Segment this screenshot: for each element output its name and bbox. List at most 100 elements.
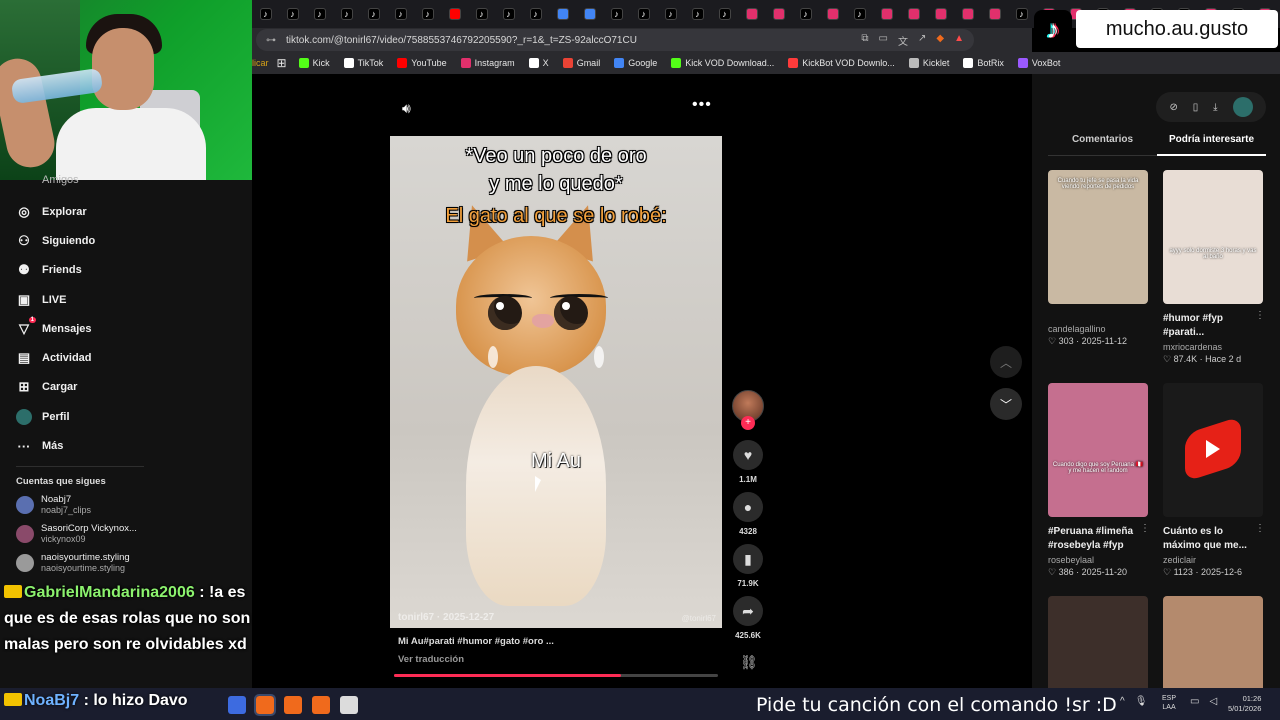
like-action[interactable]: ♥ 1.1M: [732, 440, 764, 484]
bookmark-item[interactable]: KickBot VOD Downlo...: [788, 58, 895, 68]
browser-tab[interactable]: ♪: [713, 4, 736, 24]
card-author[interactable]: mxriocardenas: [1163, 342, 1263, 352]
sidebar-item-mensajes[interactable]: ▽ 1 Mensajes: [16, 314, 95, 343]
card-author[interactable]: zediclair: [1163, 555, 1263, 565]
network-icon[interactable]: ▭: [1190, 696, 1199, 707]
followed-account[interactable]: Noabj7 noabj7_clips: [16, 494, 91, 516]
browser-tab[interactable]: ♪: [389, 4, 412, 24]
browser-tab[interactable]: ♪: [1010, 4, 1033, 24]
tab-suggested[interactable]: Podría interesarte: [1157, 130, 1266, 156]
browser-tab[interactable]: ♪: [605, 4, 628, 24]
browser-tab[interactable]: [740, 4, 763, 24]
card-more-icon[interactable]: ⋮: [1140, 523, 1150, 534]
browser-tab[interactable]: ♪: [254, 4, 277, 24]
card-author[interactable]: rosebeylaal: [1048, 555, 1148, 565]
browser-tab[interactable]: [551, 4, 574, 24]
browser-tab[interactable]: ♪: [497, 4, 520, 24]
brave-browser-icon[interactable]: [254, 694, 276, 716]
bookmark-item[interactable]: TikTok: [343, 58, 383, 68]
suggested-video-card[interactable]: Cuando tu jefe se pasa la vida viendo re…: [1048, 170, 1148, 347]
bookmark-item[interactable]: VoxBot: [1017, 58, 1060, 68]
picture-in-picture-icon[interactable]: ⧉: [861, 33, 868, 48]
bookmark-item[interactable]: X: [528, 58, 549, 68]
sidebar-item-explorar[interactable]: ◎ Explorar: [16, 197, 95, 226]
video-thumbnail[interactable]: [1163, 383, 1263, 517]
browser-tab[interactable]: ♪: [362, 4, 385, 24]
share-icon[interactable]: ↗: [918, 33, 926, 48]
next-video-button[interactable]: ﹀: [990, 388, 1022, 420]
browser-tab[interactable]: ♪: [632, 4, 655, 24]
download-icon[interactable]: ⤓: [1213, 102, 1217, 113]
microphone-icon[interactable]: 🎙︎: [1135, 696, 1148, 707]
address-bar[interactable]: ⊶ tiktok.com/@tonirl67/video/75885537467…: [256, 29, 974, 51]
browser-tab[interactable]: [875, 4, 898, 24]
bookmark-item[interactable]: Kick VOD Download...: [671, 58, 774, 68]
browser-tab[interactable]: [929, 4, 952, 24]
video-progress-bar[interactable]: [394, 674, 718, 677]
see-translation-link[interactable]: Ver traducción: [398, 654, 464, 665]
sidebar-item-ms[interactable]: ··· Más: [16, 431, 95, 460]
browser-tab[interactable]: ♪: [686, 4, 709, 24]
video-thumbnail[interactable]: Cuando digo que soy Peruana 🇵🇪 y me hace…: [1048, 383, 1148, 517]
sidebar-item-siguiendo[interactable]: ⚇ Siguiendo: [16, 226, 95, 255]
card-more-icon[interactable]: ⋮: [1255, 310, 1265, 321]
bookmark-item[interactable]: BotRix: [963, 58, 1004, 68]
browser-tab[interactable]: ♪: [848, 4, 871, 24]
video-player[interactable]: *Veo un poco de oro y me lo quedo* El ga…: [390, 136, 722, 628]
card-author[interactable]: candelagallino: [1048, 324, 1148, 334]
suggested-video-card[interactable]: Cuánto es lo máximo que me... zediclair ♡ …: [1163, 383, 1265, 578]
share-arrow-icon[interactable]: ➦: [733, 596, 763, 626]
browser-tab[interactable]: ♪: [416, 4, 439, 24]
site-info-icon[interactable]: ⊶: [266, 35, 276, 46]
language-indicator[interactable]: ESP LAA: [1162, 694, 1176, 712]
browser-tab[interactable]: ♪: [281, 4, 304, 24]
clock[interactable]: 01:26 5/01/2026: [1228, 694, 1261, 714]
phone-icon[interactable]: ▯: [1193, 102, 1199, 113]
brave-browser-icon[interactable]: [312, 696, 330, 714]
browser-tab[interactable]: ♪: [308, 4, 331, 24]
bookmark-icon[interactable]: ▮: [733, 544, 763, 574]
taskbar-app-icon[interactable]: [228, 696, 246, 714]
browser-tab[interactable]: ♪: [470, 4, 493, 24]
bookmark-item[interactable]: Kicklet: [908, 58, 949, 68]
browser-tab[interactable]: [983, 4, 1006, 24]
browser-tab[interactable]: ♪: [335, 4, 358, 24]
browser-tab[interactable]: [821, 4, 844, 24]
browser-tab[interactable]: ♪: [659, 4, 682, 24]
sidebar-item-live[interactable]: ▣ LIVE: [16, 285, 95, 314]
speaker-icon[interactable]: ◁: [1209, 696, 1217, 707]
follow-plus-icon[interactable]: +: [741, 416, 755, 430]
sidebar-cut-item[interactable]: Amigos: [42, 174, 79, 186]
sound-disc-icon[interactable]: ⛓: [740, 654, 758, 671]
file-icon[interactable]: [340, 696, 358, 714]
bookmark-item[interactable]: Gmail: [562, 58, 600, 68]
sidebar-item-actividad[interactable]: ▤ Actividad: [16, 343, 95, 372]
browser-tab[interactable]: [578, 4, 601, 24]
save-action[interactable]: ▮ 71.9K: [732, 544, 764, 588]
previous-video-button[interactable]: ︿: [990, 346, 1022, 378]
volume-icon[interactable]: 🔊︎: [402, 100, 411, 117]
followed-account[interactable]: SasoriCorp Vickynox... vickynox09: [16, 523, 137, 545]
sidebar-item-perfil[interactable]: Perfil: [16, 402, 95, 431]
video-caption[interactable]: Mi Au#parati #humor #gato #oro ...: [398, 636, 554, 647]
sidebar-item-cargar[interactable]: ⊞ Cargar: [16, 373, 95, 402]
bookmark-item[interactable]: Kick: [298, 58, 330, 68]
suggested-video-card[interactable]: ayyy solo dormiste 3 horas y vas al baño…: [1163, 170, 1265, 365]
browser-tab[interactable]: [443, 4, 466, 24]
browser-tab[interactable]: [956, 4, 979, 24]
explore-compass-icon[interactable]: ⊘: [1169, 102, 1177, 113]
bookmark-item[interactable]: Instagram: [460, 58, 515, 68]
suggested-video-card[interactable]: Cuando digo que soy Peruana 🇵🇪 y me hace…: [1048, 383, 1150, 578]
followed-account[interactable]: naoisyourtime.styling naoisyourtime.styli…: [16, 552, 130, 574]
share-action[interactable]: ➦ 425.6K: [732, 596, 764, 640]
browser-tab[interactable]: [767, 4, 790, 24]
more-options-icon[interactable]: •••: [692, 96, 712, 114]
comment-icon[interactable]: ●: [733, 492, 763, 522]
video-thumbnail[interactable]: Cuando tu jefe se pasa la vida viendo re…: [1048, 170, 1148, 304]
brave-shield-icon[interactable]: ◆: [936, 33, 944, 48]
user-avatar[interactable]: [1232, 97, 1253, 117]
card-more-icon[interactable]: ⋮: [1255, 523, 1265, 534]
translate-icon[interactable]: 文: [898, 33, 908, 48]
apps-grid-icon[interactable]: ⊞: [277, 56, 287, 70]
tab-comments[interactable]: Comentarios: [1048, 130, 1157, 156]
